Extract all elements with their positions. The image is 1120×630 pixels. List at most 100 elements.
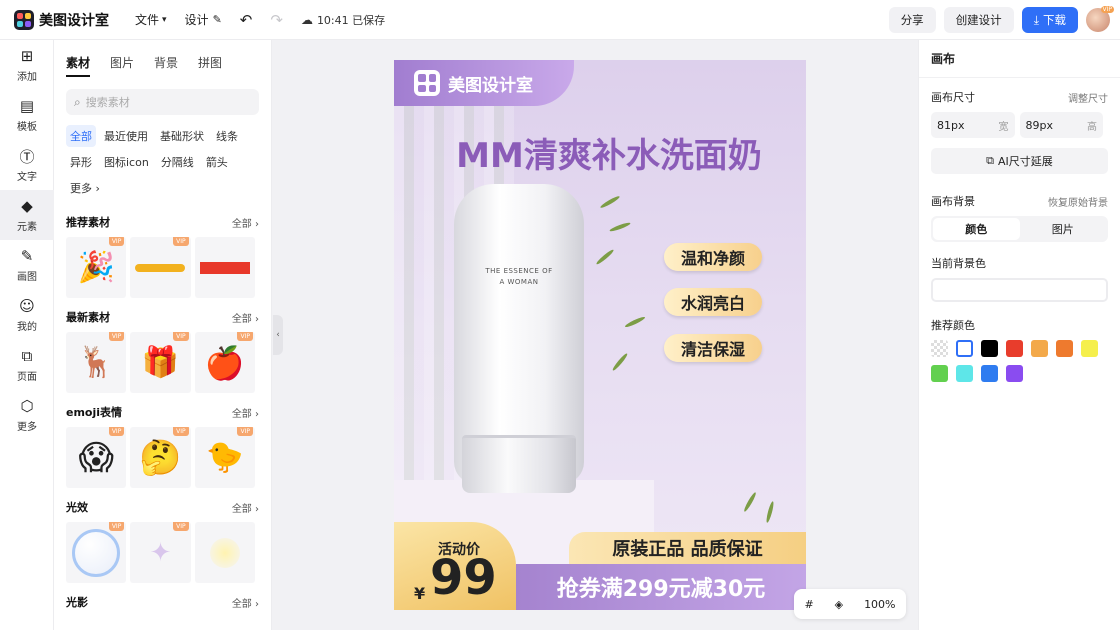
section-title: 推荐素材 — [66, 216, 110, 229]
see-all-label: 全部 — [231, 313, 252, 325]
see-all-link[interactable]: 全部 › — [232, 310, 259, 325]
rail-item-add[interactable]: ⊞ 添加 — [0, 40, 54, 90]
swatch-blue[interactable] — [981, 365, 998, 382]
vip-badge: VIP — [1100, 6, 1114, 13]
current-bg-color-field[interactable] — [931, 278, 1108, 302]
zoom-level[interactable]: 100% — [864, 598, 895, 611]
apple-sticker[interactable]: VIP 🍎 — [194, 332, 255, 393]
chick-emoji-sticker[interactable]: VIP 🐤 — [194, 427, 255, 488]
create-design-button[interactable]: 创建设计 — [943, 7, 1014, 33]
adjust-size-link[interactable]: 调整尺寸 — [1068, 90, 1108, 105]
avatar[interactable]: VIP — [1086, 6, 1114, 32]
brush-stroke-sticker[interactable]: VIP — [130, 237, 191, 298]
width-value: 81px — [937, 118, 965, 132]
vip-badge: VIP — [108, 332, 125, 341]
swatch-green[interactable] — [931, 365, 948, 382]
tab-collage[interactable]: 拼图 — [198, 54, 222, 77]
file-menu[interactable]: 文件 ▾ — [135, 11, 167, 28]
snow-globe-sticker[interactable]: VIP 🎁 — [130, 332, 191, 393]
restore-bg-link[interactable]: 恢复原始背景 — [1048, 194, 1108, 209]
design-menu[interactable]: 设计 ✎ — [185, 11, 222, 28]
rail-item-elements[interactable]: ◆ 元素 — [0, 190, 54, 240]
top-actions: 分享 创建设计 ⤓ 下载 VIP — [888, 0, 1120, 40]
vip-badge: VIP — [173, 522, 189, 531]
chip-icons[interactable]: 图标icon — [100, 151, 153, 173]
section-title: 光效 — [66, 501, 88, 514]
chip-recent[interactable]: 最近使用 — [100, 125, 152, 147]
redo-icon[interactable]: ↷ — [270, 11, 283, 29]
party-popper-sticker[interactable]: VIP 🎉 — [66, 237, 127, 298]
elements-icon: ◆ — [21, 197, 33, 215]
rail-item-text[interactable]: Ⓣ 文字 — [0, 140, 54, 190]
rail-item-template[interactable]: ▤ 模板 — [0, 90, 54, 140]
layers-icon[interactable]: ◈ — [835, 598, 843, 611]
see-all-link[interactable]: 全部 › — [232, 595, 259, 610]
sparkle-sticker[interactable]: VIP ✦ — [130, 522, 191, 583]
see-all-link[interactable]: 全部 › — [232, 215, 259, 230]
shocked-emoji-sticker[interactable]: VIP 😱 — [66, 427, 127, 488]
rail-item-mine[interactable]: ☺ 我的 — [0, 290, 54, 340]
chip-more[interactable]: 更多 › — [66, 177, 104, 199]
download-button[interactable]: ⤓ 下载 — [1021, 7, 1078, 33]
rail-label: 添加 — [17, 72, 37, 83]
search-input[interactable]: ⌕ 搜索素材 — [66, 89, 259, 115]
feature-tag[interactable]: 水润亮白 — [664, 288, 762, 316]
sleigh-sticker[interactable]: VIP 🦌 — [66, 332, 127, 393]
swatch-black[interactable] — [981, 340, 998, 357]
swatch-cyan[interactable] — [956, 365, 973, 382]
share-label: 分享 — [900, 13, 924, 27]
rail-item-draw[interactable]: ✎ 画图 — [0, 240, 54, 290]
undo-icon[interactable]: ↶ — [240, 11, 253, 29]
search-icon: ⌕ — [74, 94, 81, 109]
poster-brand-badge[interactable]: 美图设计室 — [394, 60, 574, 106]
chip-lines[interactable]: 线条 — [212, 125, 242, 147]
brand[interactable]: 美图设计室 — [14, 9, 109, 30]
chip-dividers[interactable]: 分隔线 — [157, 151, 198, 173]
poster-title[interactable]: MM清爽补水洗面奶 — [439, 128, 779, 177]
height-value: 89px — [1025, 118, 1054, 132]
collapse-panel-button[interactable]: ‹ — [273, 315, 283, 355]
swatch-yellow[interactable] — [1081, 340, 1098, 357]
chip-arrows[interactable]: 箭头 — [202, 151, 232, 173]
tab-images[interactable]: 图片 — [110, 54, 134, 77]
brand-logo-icon — [414, 70, 440, 96]
app-name: 美图设计室 — [39, 12, 109, 29]
bubble-sticker[interactable]: VIP — [66, 522, 127, 583]
width-field[interactable]: 81px 宽 — [931, 112, 1015, 138]
poster-canvas[interactable]: 美图设计室 MM清爽补水洗面奶 THE ESSENCE OF A WOMAN 温… — [394, 60, 806, 610]
bottle-text-line2: A WOMAN — [499, 278, 539, 286]
seg-color[interactable]: 颜色 — [933, 218, 1020, 240]
tab-materials[interactable]: 素材 — [66, 54, 91, 77]
rail-item-page[interactable]: ⧉ 页面 — [0, 340, 54, 390]
chip-irregular[interactable]: 异形 — [66, 151, 96, 173]
swatch-orange[interactable] — [1056, 340, 1073, 357]
ai-extend-button[interactable]: ⧉ AI尺寸延展 — [931, 148, 1108, 174]
tab-backgrounds[interactable]: 背景 — [154, 54, 178, 77]
reindeer-icon: 🦌 — [77, 345, 115, 380]
swatch-transparent[interactable] — [931, 340, 948, 357]
see-all-link[interactable]: 全部 › — [232, 500, 259, 515]
feature-tag[interactable]: 清洁保湿 — [664, 334, 762, 362]
coupon-banner[interactable]: 抢券满299元减30元 — [516, 564, 806, 610]
height-field[interactable]: 89px 高 — [1019, 112, 1103, 138]
share-button[interactable]: 分享 — [888, 7, 936, 33]
glow-sticker[interactable] — [194, 522, 255, 583]
seg-image[interactable]: 图片 — [1020, 218, 1107, 240]
thinking-emoji-sticker[interactable]: VIP 🤔 — [130, 427, 191, 488]
feature-tag[interactable]: 温和净颜 — [664, 243, 762, 271]
save-status-text: 10:41 已保存 — [316, 13, 386, 27]
grid-icon[interactable]: # — [804, 598, 813, 611]
see-all-link[interactable]: 全部 › — [232, 405, 259, 420]
swatch-red[interactable] — [1006, 340, 1023, 357]
chip-all[interactable]: 全部 — [66, 125, 96, 147]
price-box[interactable]: 活动价 ¥ 99 — [394, 522, 516, 610]
guarantee-banner[interactable]: 原装正品 品质保证 — [569, 532, 806, 564]
rail-item-more[interactable]: ⬡ 更多 — [0, 390, 54, 440]
color-swatches — [931, 340, 1111, 390]
swatch-light-orange[interactable] — [1031, 340, 1048, 357]
red-bar-sticker[interactable] — [194, 237, 255, 298]
swatch-white[interactable] — [956, 340, 973, 357]
apple-icon: 🍎 — [204, 343, 245, 382]
swatch-purple[interactable] — [1006, 365, 1023, 382]
chip-basic-shapes[interactable]: 基础形状 — [156, 125, 208, 147]
